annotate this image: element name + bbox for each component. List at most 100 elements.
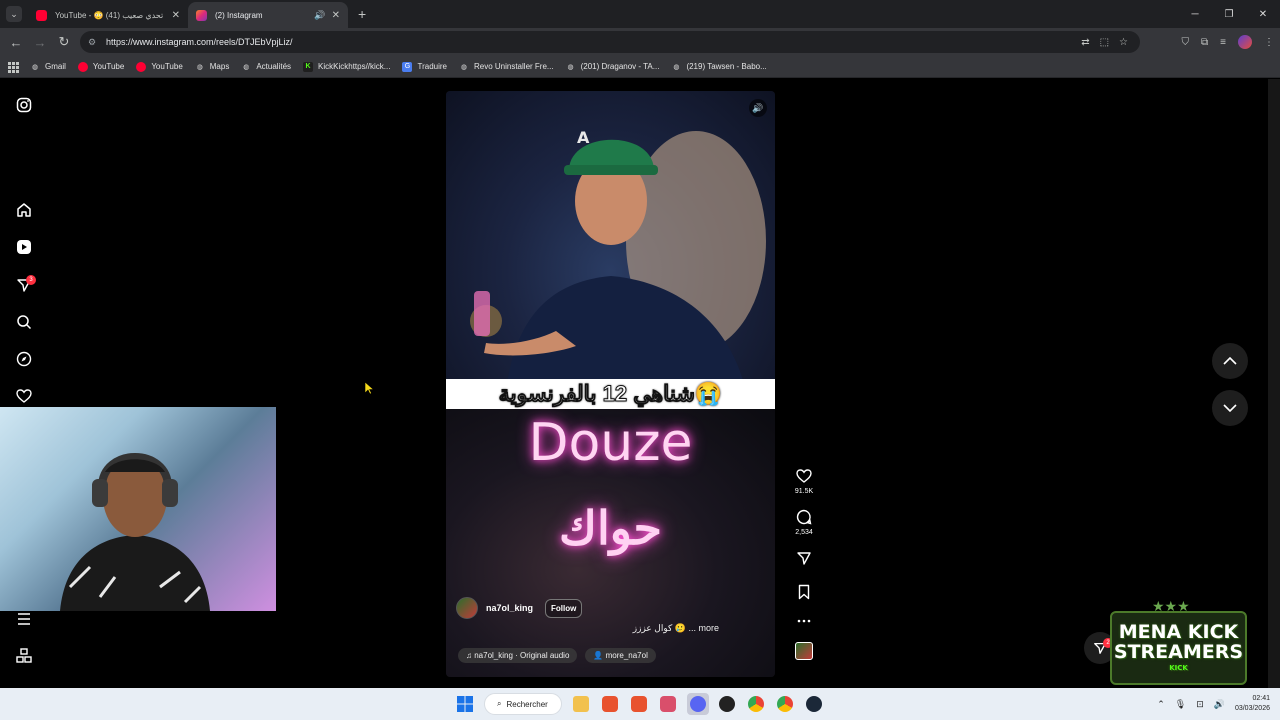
microphone-icon[interactable]: 🎙 bbox=[1175, 699, 1186, 710]
back-button[interactable]: ← bbox=[4, 35, 28, 50]
steam-icon[interactable] bbox=[806, 696, 822, 712]
windows-start-icon[interactable] bbox=[457, 696, 473, 712]
globe-icon: ◍ bbox=[460, 63, 468, 71]
owner-username[interactable]: na7ol_king bbox=[486, 603, 533, 613]
bookmark-revo[interactable]: ◍ Revo Uninstaller Fre... bbox=[459, 62, 554, 72]
bookmark-kick[interactable]: K KickKickhttps//kick... bbox=[303, 61, 391, 72]
bookmark-traduire[interactable]: G Traduire bbox=[402, 61, 447, 72]
new-tab-button[interactable]: + bbox=[358, 6, 366, 22]
brave-icon[interactable] bbox=[602, 696, 618, 712]
globe-icon: ◍ bbox=[567, 63, 574, 71]
chrome-profile-icon[interactable] bbox=[777, 696, 793, 712]
reading-list-icon[interactable]: ≡ bbox=[1220, 37, 1226, 48]
comment-button[interactable]: 2,534 bbox=[790, 509, 818, 536]
instagram-icon[interactable] bbox=[14, 95, 34, 115]
more-options-button[interactable] bbox=[790, 618, 818, 628]
globe-icon: ◍ bbox=[673, 63, 680, 71]
taskbar-search[interactable]: ⌕ Rechercher bbox=[484, 693, 562, 715]
tab-youtube[interactable]: YouTube - 😳 تحدي صعيب (41) ✕ bbox=[28, 2, 188, 28]
bookmark-label: (219) Tawsen - Babo... bbox=[686, 62, 767, 71]
file-explorer-icon[interactable] bbox=[573, 696, 589, 712]
profile-avatar[interactable] bbox=[1238, 35, 1252, 49]
discord-icon[interactable] bbox=[690, 696, 706, 712]
chrome-icon[interactable] bbox=[748, 696, 764, 712]
volume-icon[interactable]: 🔊 bbox=[1214, 699, 1225, 710]
minimize-button[interactable]: ─ bbox=[1178, 0, 1212, 28]
reels-icon[interactable] bbox=[14, 237, 34, 257]
obs-icon[interactable] bbox=[719, 696, 735, 712]
follow-button[interactable]: Follow bbox=[545, 598, 583, 618]
extensions-icon[interactable]: ⧉ bbox=[1201, 37, 1208, 48]
apps-grid-icon[interactable] bbox=[8, 61, 19, 73]
close-window-button[interactable]: ✕ bbox=[1246, 0, 1280, 28]
bookmark-tawsen[interactable]: ◍ (219) Tawsen - Babo... bbox=[671, 62, 766, 72]
menu-icon[interactable] bbox=[14, 609, 34, 629]
tab-title: YouTube - 😳 تحدي صعيب (41) bbox=[55, 10, 164, 20]
home-icon[interactable] bbox=[14, 200, 34, 220]
tab-audio-icon[interactable]: 🔊 bbox=[314, 10, 325, 21]
kebab-menu-icon[interactable]: ⋮ bbox=[1264, 37, 1274, 48]
neon-arabic-text: حواك bbox=[559, 502, 662, 554]
explore-icon[interactable] bbox=[14, 349, 34, 369]
network-icon[interactable]: ⊡ bbox=[1196, 699, 1204, 710]
tab-title: (2) Instagram bbox=[215, 10, 263, 20]
more-icon bbox=[797, 619, 811, 623]
bookmark-label: Maps bbox=[209, 62, 230, 71]
owner-avatar[interactable] bbox=[456, 597, 478, 619]
tab-search-menu-button[interactable]: ⌄ bbox=[6, 6, 22, 22]
next-reel-button[interactable] bbox=[1212, 390, 1248, 426]
reload-button[interactable]: ↻ bbox=[52, 34, 76, 50]
instagram-favicon-icon bbox=[196, 9, 207, 21]
tagged-user-label: more_na7ol bbox=[605, 651, 648, 660]
translate-icon[interactable]: ⇄ bbox=[1081, 37, 1089, 48]
restore-button[interactable]: ❐ bbox=[1212, 0, 1246, 28]
close-tab-icon[interactable]: ✕ bbox=[172, 10, 180, 21]
audio-toggle-button[interactable]: 🔊 bbox=[749, 99, 767, 117]
tray-overflow-icon[interactable]: ⌃ bbox=[1157, 699, 1165, 710]
tagged-user-chip[interactable]: 👤 more_na7ol bbox=[585, 648, 656, 663]
audio-page-thumb[interactable] bbox=[790, 642, 818, 660]
tab-instagram[interactable]: (2) Instagram 🔊 ✕ bbox=[188, 2, 348, 28]
reel-caption-overlay: شناهي 12 بالفرنسوية😭 bbox=[498, 381, 723, 407]
apps-icon[interactable] bbox=[14, 646, 34, 666]
heart-icon[interactable] bbox=[14, 386, 34, 406]
previous-reel-button[interactable] bbox=[1212, 343, 1248, 379]
address-bar[interactable]: ⚙ https://www.instagram.com/reels/DTJEbV… bbox=[80, 31, 1140, 53]
clock-time: 02:41 bbox=[1252, 695, 1270, 702]
window-controls: ─ ❐ ✕ bbox=[1178, 0, 1280, 28]
messages-icon[interactable]: 3 bbox=[14, 275, 36, 295]
page-scrollbar[interactable] bbox=[1268, 79, 1280, 688]
windows-taskbar: ⌕ Rechercher ⌃ 🎙 ⊡ 🔊 02:41 03/03/2026 bbox=[0, 688, 1280, 720]
share-button[interactable] bbox=[790, 550, 818, 570]
globe-icon: ◍ bbox=[196, 63, 203, 71]
reel-actions: 91.5K 2,534 bbox=[790, 468, 818, 674]
brave-nightly-icon[interactable] bbox=[660, 696, 676, 712]
globe-icon: ◍ bbox=[31, 63, 39, 71]
bookmark-gmail[interactable]: ◍ Gmail bbox=[30, 62, 66, 72]
bookmark-star-icon[interactable]: ☆ bbox=[1119, 37, 1128, 48]
bookmark-youtube[interactable]: YouTube bbox=[77, 61, 124, 72]
forward-button[interactable]: → bbox=[28, 35, 52, 50]
close-tab-icon[interactable]: ✕ bbox=[332, 10, 340, 21]
bookmark-draganov[interactable]: ◍ (201) Draganov - TA... bbox=[566, 62, 660, 72]
search-icon[interactable] bbox=[14, 312, 34, 332]
svg-text:A: A bbox=[577, 128, 590, 147]
like-button[interactable]: 91.5K bbox=[790, 468, 818, 495]
bookmark-maps[interactable]: ◍ Maps bbox=[195, 62, 230, 72]
reel-description[interactable]: كوال عززز 🥲 ... more bbox=[633, 623, 719, 634]
bookmark-actualites[interactable]: ◍ Actualités bbox=[241, 62, 291, 72]
translate-icon: G bbox=[402, 61, 413, 72]
install-app-icon[interactable]: ⬚ bbox=[1100, 37, 1109, 48]
reel-video[interactable]: A شناهي 12 بالفرنسوية😭 Douze حواك 🔊 na7o… bbox=[446, 91, 775, 677]
neon-title-text: Douze bbox=[528, 413, 693, 473]
system-tray: ⌃ 🎙 ⊡ 🔊 02:41 03/03/2026 bbox=[1157, 694, 1270, 714]
bookmarks-bar: ◍ Gmail YouTube YouTube ◍ Maps ◍ Actualités… bbox=[0, 56, 1280, 78]
shield-icon[interactable]: ⛉ bbox=[1182, 37, 1190, 48]
bookmark-label: KickKickhttps//kick... bbox=[318, 62, 391, 71]
save-button[interactable] bbox=[790, 584, 818, 604]
bookmark-youtube-2[interactable]: YouTube bbox=[136, 61, 183, 72]
site-info-icon[interactable]: ⚙ bbox=[88, 37, 100, 47]
brave-beta-icon[interactable] bbox=[631, 696, 647, 712]
system-clock[interactable]: 02:41 03/03/2026 bbox=[1235, 694, 1270, 714]
audio-chip[interactable]: ♫ na7ol_king · Original audio bbox=[458, 648, 578, 663]
